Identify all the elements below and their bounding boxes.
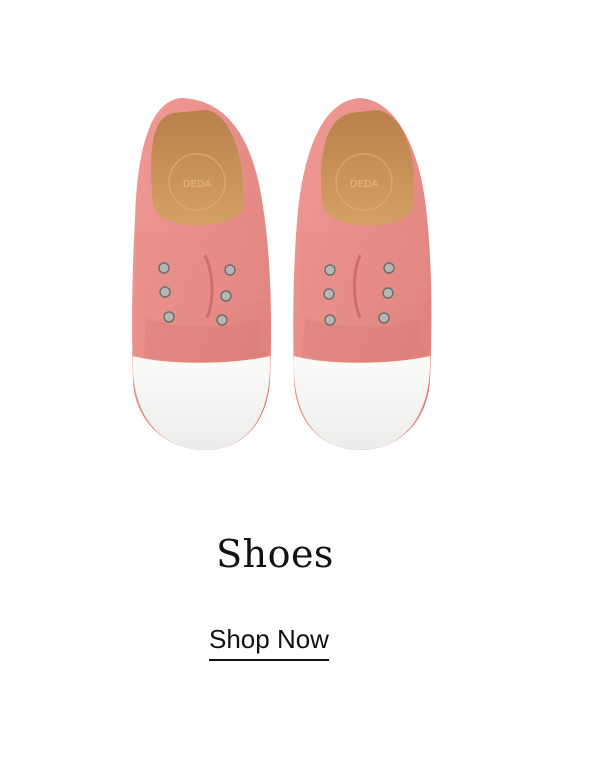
shoe-logo-right: DEDA: [350, 179, 379, 190]
right-shoe: DEDA: [293, 98, 432, 450]
left-shoe: DEDA: [132, 98, 272, 450]
shoe-logo-left: DEDA: [183, 179, 212, 190]
category-title: Shoes: [216, 532, 334, 576]
shop-now-link[interactable]: Shop Now: [209, 624, 329, 662]
shoes-illustration: DEDA DEDA: [132, 98, 432, 450]
product-image[interactable]: DEDA DEDA: [0, 0, 600, 500]
